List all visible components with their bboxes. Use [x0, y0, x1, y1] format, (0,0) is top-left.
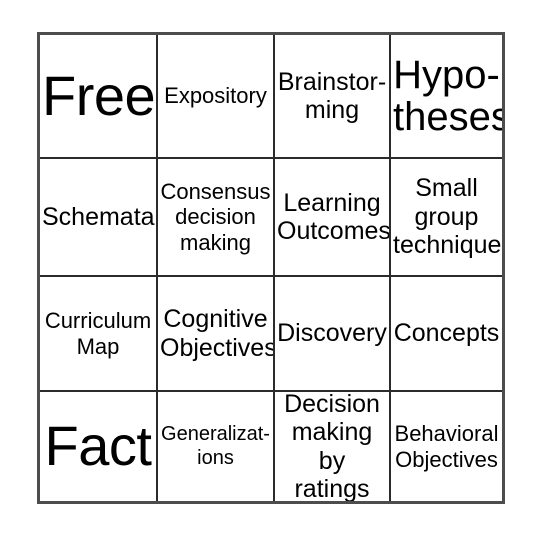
bingo-cell-label: Discovery [277, 319, 387, 348]
bingo-cell-label: Free! [42, 63, 158, 127]
bingo-card: Free! Expository Brainstor- ming Hypo- t… [37, 32, 505, 504]
bingo-row: Schemata Consensus decision making Learn… [40, 159, 502, 277]
bingo-cell-cognitive-objectives[interactable]: Cognitive Objectives [158, 277, 275, 390]
bingo-cell-brainstorming[interactable]: Brainstor- ming [275, 35, 391, 157]
bingo-cell-label: Cognitive Objectives [160, 305, 275, 362]
bingo-cell-hypotheses[interactable]: Hypo- theses [391, 35, 502, 157]
bingo-cell-learning-outcomes[interactable]: Learning Outcomes [275, 159, 391, 275]
bingo-cell-generalizations[interactable]: Generalizat- ions [158, 392, 275, 501]
bingo-cell-behavioral-objectives[interactable]: Behavioral Objectives [391, 392, 502, 501]
bingo-cell-label: Generalizat- ions [161, 422, 270, 469]
bingo-cell-fact[interactable]: Fact [40, 392, 158, 501]
bingo-cell-schemata[interactable]: Schemata [40, 159, 158, 275]
bingo-cell-label: Small group technique [393, 174, 502, 260]
bingo-cell-label: Behavioral Objectives [394, 420, 499, 472]
bingo-row: Free! Expository Brainstor- ming Hypo- t… [40, 35, 502, 159]
bingo-cell-label: Hypo- theses [393, 53, 502, 139]
bingo-cell-label: Consensus decision making [160, 178, 271, 255]
bingo-cell-concepts[interactable]: Concepts [391, 277, 502, 390]
bingo-cell-free-space[interactable]: Free! [40, 35, 158, 157]
bingo-cell-label: Concepts [393, 319, 500, 348]
bingo-cell-label: Curriculum Map [44, 307, 152, 359]
bingo-cell-label: Schemata [42, 202, 155, 231]
bingo-cell-decision-making-by-ratings[interactable]: Decision making by ratings [275, 392, 391, 501]
bingo-cell-discovery[interactable]: Discovery [275, 277, 391, 390]
bingo-row: Fact Generalizat- ions Decision making b… [40, 392, 502, 501]
bingo-cell-label: Expository [164, 83, 267, 109]
bingo-cell-curriculum-map[interactable]: Curriculum Map [40, 277, 158, 390]
bingo-cell-expository[interactable]: Expository [158, 35, 275, 157]
bingo-cell-label: Brainstor- ming [277, 67, 387, 125]
bingo-cell-label: Learning Outcomes [277, 188, 391, 246]
bingo-cell-small-group-technique[interactable]: Small group technique [391, 159, 502, 275]
bingo-cell-consensus-decision-making[interactable]: Consensus decision making [158, 159, 275, 275]
bingo-row: Curriculum Map Cognitive Objectives Disc… [40, 277, 502, 392]
bingo-cell-label: Decision making by ratings [284, 392, 380, 501]
bingo-cell-label: Fact [44, 414, 152, 478]
